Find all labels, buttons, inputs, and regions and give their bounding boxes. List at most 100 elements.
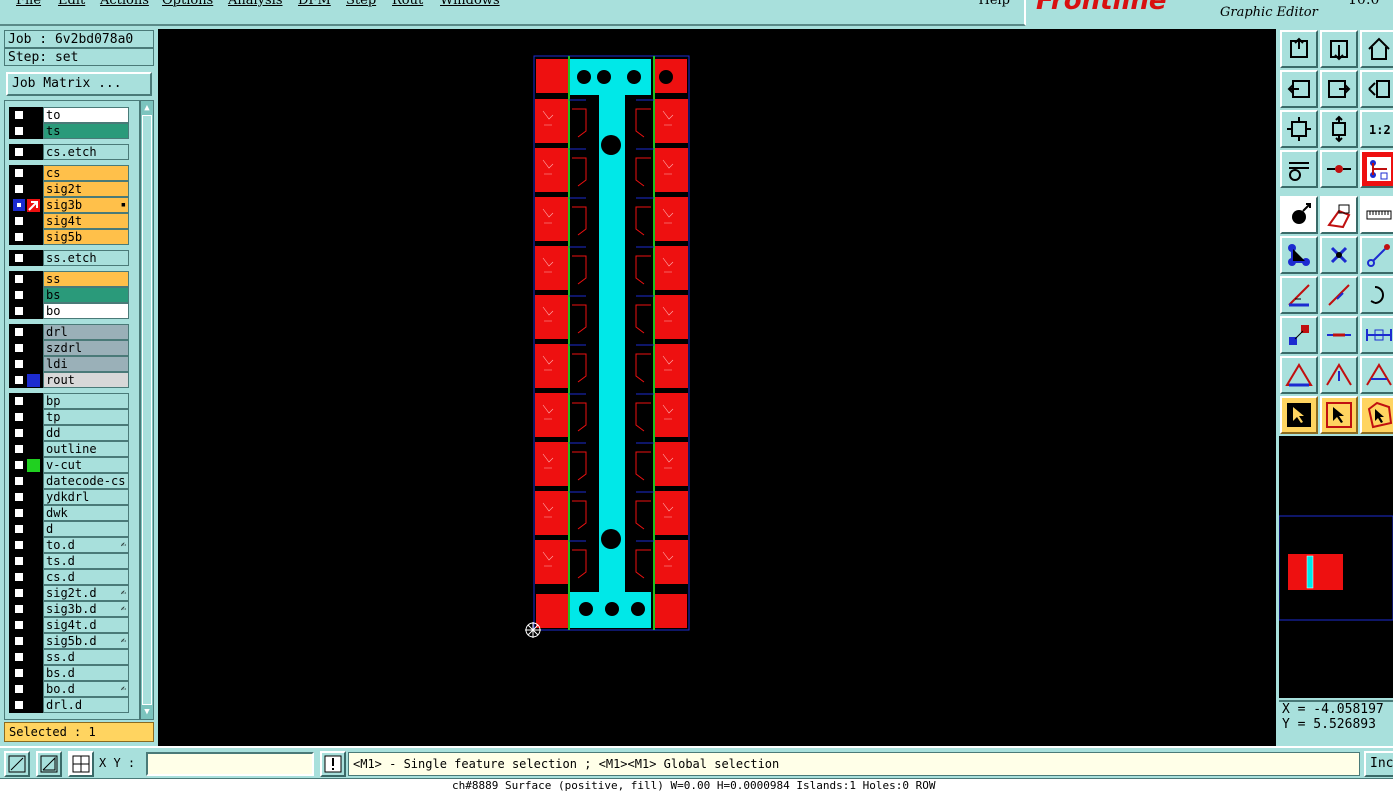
menu-help[interactable]: Help	[978, 0, 1010, 8]
move-down-button[interactable]	[1320, 30, 1358, 68]
layer-checkbox[interactable]	[13, 183, 25, 195]
layer-checkbox[interactable]	[13, 491, 25, 503]
layer-row[interactable]: d	[9, 521, 129, 537]
grid-button[interactable]	[68, 751, 94, 777]
layer-row[interactable]: sig5b.d ✍	[9, 633, 129, 649]
layer-name[interactable]: ydkdrl	[43, 489, 129, 505]
layer-name[interactable]: bs.d	[43, 665, 129, 681]
pad-select-button[interactable]	[1280, 316, 1318, 354]
select-arrow-button[interactable]	[1280, 396, 1318, 434]
layer-row[interactable]: datecode-cs	[9, 473, 129, 489]
layer-name[interactable]: ts.d	[43, 553, 129, 569]
select-box-button[interactable]	[1320, 396, 1358, 434]
net-button[interactable]	[1360, 150, 1393, 188]
board-view[interactable]	[158, 29, 1276, 746]
layer-row[interactable]: cs.d	[9, 569, 129, 585]
layer-name[interactable]: ldi	[43, 356, 129, 372]
layer-name[interactable]: sig3b ▪	[43, 197, 129, 213]
layer-name[interactable]: sig2t.d ✍	[43, 585, 129, 601]
layer-checkbox[interactable]	[13, 342, 25, 354]
tools-button[interactable]	[1280, 150, 1318, 188]
layer-checkbox[interactable]	[13, 146, 25, 158]
layer-row[interactable]: to	[9, 107, 129, 123]
layer-checkbox[interactable]	[13, 683, 25, 695]
layer-name[interactable]: datecode-cs	[43, 473, 129, 489]
move-right-button[interactable]	[1320, 70, 1358, 108]
menu-rout[interactable]: Rout	[392, 0, 423, 8]
snap-angle-button[interactable]	[36, 751, 62, 777]
layer-name[interactable]: cs	[43, 165, 129, 181]
line-add-button[interactable]	[1360, 236, 1393, 274]
probe-button[interactable]	[1320, 150, 1358, 188]
layer-checkbox[interactable]	[13, 358, 25, 370]
layer-checkbox[interactable]	[13, 539, 25, 551]
layer-name[interactable]: ts	[43, 123, 129, 139]
menu-edit[interactable]: Edit	[58, 0, 85, 8]
layer-checkbox[interactable]	[13, 571, 25, 583]
layer-row[interactable]: sig2t.d ✍	[9, 585, 129, 601]
layer-name[interactable]: dd	[43, 425, 129, 441]
graphic-canvas[interactable]	[158, 29, 1276, 746]
layer-row[interactable]: szdrl	[9, 340, 129, 356]
layer-checkbox[interactable]	[13, 443, 25, 455]
x-delete-button[interactable]	[1320, 236, 1358, 274]
overview-map[interactable]	[1278, 436, 1393, 698]
layer-name[interactable]: rout	[43, 372, 129, 388]
scale-1-2-button[interactable]: 1:2	[1360, 110, 1393, 148]
layer-name[interactable]: cs.d	[43, 569, 129, 585]
measure-button[interactable]	[1360, 316, 1393, 354]
layer-checkbox[interactable]	[13, 603, 25, 615]
layer-row[interactable]: sig5b	[9, 229, 129, 245]
pad-add-button[interactable]	[1280, 196, 1318, 234]
fit-screen-button[interactable]	[1280, 110, 1318, 148]
scroll-down-icon[interactable]: ▼	[142, 707, 152, 717]
layer-row[interactable]: outline	[9, 441, 129, 457]
segment-button[interactable]	[1320, 316, 1358, 354]
layer-checkbox[interactable]	[13, 395, 25, 407]
diagonal-button[interactable]	[1320, 276, 1358, 314]
layer-checkbox[interactable]	[13, 555, 25, 567]
select-poly-button[interactable]	[1360, 396, 1393, 434]
layer-checkbox[interactable]	[13, 252, 25, 264]
layer-name[interactable]: cs.etch	[43, 144, 129, 160]
layer-name[interactable]: bp	[43, 393, 129, 409]
layer-row[interactable]: ss.etch	[9, 250, 129, 266]
triangle-span-button[interactable]	[1360, 356, 1393, 394]
menu-options[interactable]: Options	[162, 0, 213, 8]
layer-row[interactable]: drl	[9, 324, 129, 340]
layer-checkbox[interactable]	[13, 125, 25, 137]
layer-name[interactable]: dwk	[43, 505, 129, 521]
layer-checkbox[interactable]	[13, 459, 25, 471]
layer-name[interactable]: sig5b.d ✍	[43, 633, 129, 649]
layer-name[interactable]: tp	[43, 409, 129, 425]
layer-row[interactable]: sig4t.d	[9, 617, 129, 633]
layer-checkbox[interactable]	[13, 231, 25, 243]
triangle-up-button[interactable]	[1280, 356, 1318, 394]
layer-row[interactable]: bo	[9, 303, 129, 319]
layer-row[interactable]: bs	[9, 287, 129, 303]
xy-input[interactable]	[146, 752, 314, 776]
layer-checkbox[interactable]	[13, 326, 25, 338]
triangle-arrow-button[interactable]	[1320, 356, 1358, 394]
layer-row[interactable]: ydkdrl	[9, 489, 129, 505]
menu-file[interactable]: File	[16, 0, 41, 8]
layer-name[interactable]: v-cut	[43, 457, 129, 473]
layer-row[interactable]: ts.d	[9, 553, 129, 569]
node-connect-button[interactable]	[1280, 236, 1318, 274]
layer-row[interactable]: v-cut	[9, 457, 129, 473]
layer-checkbox[interactable]	[13, 411, 25, 423]
layer-checkbox[interactable]	[13, 199, 25, 211]
inc-button[interactable]: Inc	[1364, 751, 1393, 777]
layer-row[interactable]: sig2t	[9, 181, 129, 197]
layer-row[interactable]: ts	[9, 123, 129, 139]
move-up-button[interactable]	[1280, 30, 1318, 68]
layer-row[interactable]: ldi	[9, 356, 129, 372]
layer-row[interactable]: dd	[9, 425, 129, 441]
layer-row[interactable]: sig3b ▪	[9, 197, 129, 213]
layer-row[interactable]: cs.etch	[9, 144, 129, 160]
menu-windows[interactable]: Windows	[440, 0, 500, 8]
layer-name[interactable]: outline	[43, 441, 129, 457]
layer-name[interactable]: d	[43, 521, 129, 537]
layer-name[interactable]: to	[43, 107, 129, 123]
scroll-up-icon[interactable]: ▲	[142, 103, 152, 113]
